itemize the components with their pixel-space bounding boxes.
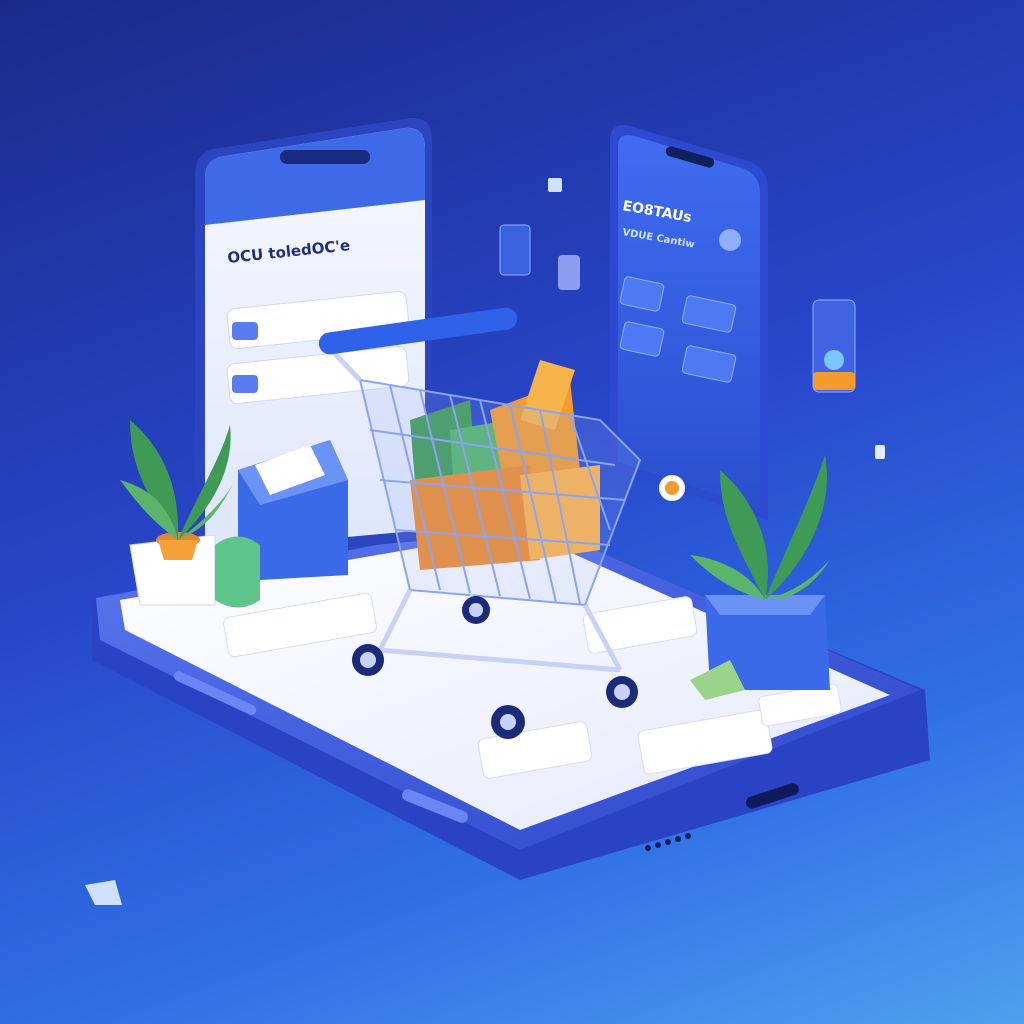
floating-card-icon xyxy=(548,178,562,192)
floating-card-icon xyxy=(875,445,885,459)
floating-card-icon xyxy=(558,255,580,290)
left-phone-notch xyxy=(280,150,370,164)
floating-shard-icon xyxy=(85,880,122,905)
box-icon xyxy=(215,536,260,608)
list-item-icon xyxy=(232,375,258,393)
floating-card-icon xyxy=(499,224,531,276)
list-item-icon xyxy=(232,322,258,340)
profile-icon xyxy=(719,229,741,251)
plant-pot-icon xyxy=(158,540,198,560)
illustration: OCU toledOC'e EO8TAUs VDUE Cantiw xyxy=(85,117,930,905)
scene: OCU toledOC'e EO8TAUs VDUE Cantiw xyxy=(0,0,1024,1024)
